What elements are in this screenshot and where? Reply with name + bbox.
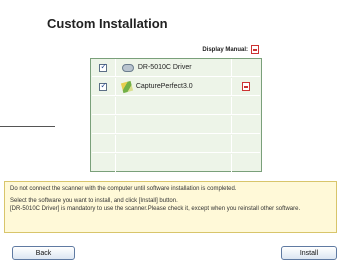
software-name: CapturePerfect3.0: [135, 83, 193, 90]
manual-cell[interactable]: [232, 78, 260, 95]
back-button[interactable]: Back: [12, 246, 75, 260]
software-name-cell: CapturePerfect3.0: [116, 78, 233, 95]
note-line-3: [DR-5010C Driver] is mandatory to use th…: [10, 205, 301, 212]
note-line-1: Do not connect the scanner with the comp…: [10, 186, 237, 192]
select-cell[interactable]: [92, 78, 116, 95]
list-item: DR-5010C Driver: [92, 59, 260, 77]
software-list: DR-5010C Driver CapturePerfect3.0: [90, 58, 262, 172]
installer-window: Custom Installation Display Manual: DR-5…: [0, 0, 337, 260]
software-name-cell: DR-5010C Driver: [116, 59, 233, 76]
list-item: CapturePerfect3.0: [92, 78, 260, 96]
note-line-2: Select the software you want to install,…: [10, 198, 178, 205]
select-cell[interactable]: [92, 59, 116, 76]
page-title: Custom Installation: [47, 16, 168, 31]
checkbox-driver[interactable]: [99, 62, 108, 72]
captureperfect-icon: [120, 80, 133, 93]
pdf-icon[interactable]: [242, 82, 251, 91]
install-button[interactable]: Install: [281, 246, 337, 260]
checkbox-captureperfect[interactable]: [99, 81, 108, 91]
display-manual-label: Display Manual:: [202, 46, 248, 53]
pdf-icon: [251, 45, 259, 54]
display-manual-header: Display Manual:: [202, 45, 259, 54]
left-divider-line: [0, 126, 55, 127]
empty-row: [92, 116, 260, 134]
manual-cell: [232, 59, 260, 76]
empty-row: [92, 97, 260, 115]
empty-row: [92, 135, 260, 153]
empty-row: [92, 154, 260, 172]
software-name: DR-5010C Driver: [137, 64, 192, 71]
instruction-note: Do not connect the scanner with the comp…: [4, 181, 337, 233]
disk-icon: [121, 63, 134, 72]
